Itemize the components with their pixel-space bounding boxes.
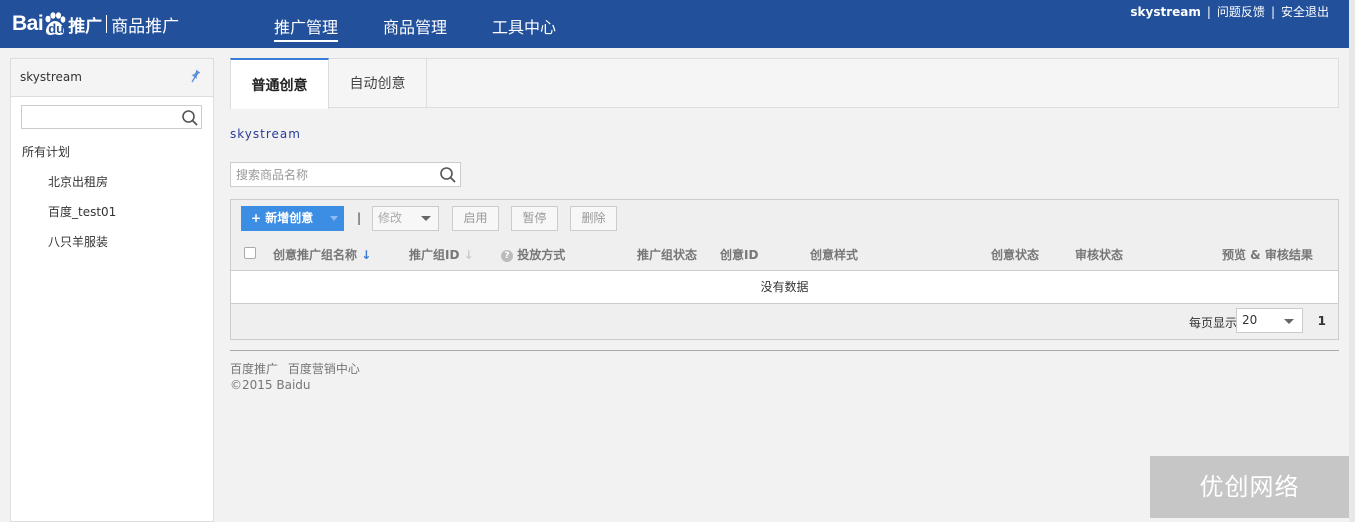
nav-promotion-management[interactable]: 推广管理 (274, 0, 339, 48)
footer-divider (230, 350, 1339, 351)
page-size-select[interactable]: 20 (1236, 308, 1303, 333)
pin-icon[interactable] (189, 69, 201, 83)
breadcrumb[interactable]: skystream (230, 127, 301, 141)
col-preview-review-result: 预览 & 审核结果 (1222, 248, 1313, 262)
sidebar-search-input[interactable] (21, 105, 202, 129)
logo-bai-text: Bai (12, 12, 44, 35)
col-label: 投放方式 (517, 248, 566, 262)
col-label: 推广组ID (409, 248, 460, 262)
sort-arrow-icon[interactable]: ↓ (464, 248, 474, 262)
page-size-value: 20 (1242, 313, 1258, 327)
pause-button[interactable]: 暂停 (511, 206, 558, 231)
logo-tuiguang-text: 推广 (68, 16, 103, 37)
col-creative-style: 创意样式 (810, 248, 859, 262)
username[interactable]: skystream (1130, 5, 1200, 19)
current-page[interactable]: 1 (1318, 314, 1326, 328)
add-creative-button[interactable]: + 新增创意 (241, 206, 344, 231)
chevron-down-icon (1284, 319, 1294, 324)
tree-item-plan[interactable]: 八只羊服装 (48, 233, 108, 250)
feedback-link[interactable]: 问题反馈 (1217, 3, 1265, 20)
baidu-logo[interactable]: Bai du 推广 商品推广 (12, 8, 179, 40)
tab-normal-creative[interactable]: 普通创意 (230, 58, 329, 109)
creative-table: + 新增创意 | 修改 启用 暂停 删除 创意推广组名称 ↓ 推广组ID ↓ ?… (230, 199, 1339, 340)
edit-dropdown[interactable]: 修改 (372, 206, 439, 231)
col-label: 创意推广组名称 (273, 248, 358, 262)
product-search-input[interactable] (231, 163, 431, 186)
footer-link-baidu-promotion[interactable]: 百度推广 (230, 362, 278, 376)
search-icon[interactable] (181, 109, 199, 127)
footer-links: 百度推广 百度营销中心 (230, 360, 366, 377)
nav-product-management[interactable]: 商品管理 (383, 0, 447, 48)
user-bar: skystream | 问题反馈 | 安全退出 (1130, 3, 1329, 20)
nav-tool-center[interactable]: 工具中心 (492, 0, 556, 48)
tree-item-plan[interactable]: 百度_test01 (48, 203, 116, 220)
copyright: ©2015 Baidu (230, 378, 311, 392)
sidebar: skystream 所有计划 北京出租房 百度_test01 八只羊服装 (10, 58, 214, 522)
logo-divider (106, 15, 108, 33)
page-size-label: 每页显示 (1188, 316, 1237, 330)
divider: | (1206, 4, 1211, 19)
paw-icon: du (44, 12, 66, 36)
add-creative-label: + 新增创意 (251, 211, 314, 225)
sort-arrow-icon[interactable]: ↓ (361, 248, 371, 262)
edit-label: 修改 (378, 211, 403, 225)
creative-tabs: 普通创意 自动创意 (230, 58, 1339, 109)
logout-link[interactable]: 安全退出 (1281, 3, 1329, 20)
main-nav: 推广管理 商品管理 工具中心 (274, 0, 601, 48)
col-creative-status: 创意状态 (991, 248, 1040, 262)
empty-state: 没有数据 (231, 270, 1338, 304)
select-all-checkbox[interactable] (244, 247, 256, 259)
product-name: 商品推广 (111, 16, 180, 37)
chevron-down-icon (421, 216, 431, 221)
sidebar-header: skystream (11, 59, 213, 97)
help-icon[interactable]: ? (501, 249, 513, 262)
divider: | (1270, 4, 1275, 19)
main-content: 普通创意 自动创意 skystream + 新增创意 | 修改 启用 暂停 删除 (230, 58, 1339, 392)
sidebar-account-name: skystream (20, 70, 82, 84)
col-review-status: 审核状态 (1075, 248, 1124, 262)
tree-all-plans[interactable]: 所有计划 (22, 143, 70, 160)
chevron-down-icon[interactable] (330, 216, 338, 221)
search-icon[interactable] (439, 166, 457, 184)
col-adgroup-status: 推广组状态 (637, 248, 698, 262)
enable-button[interactable]: 启用 (452, 206, 499, 231)
table-header-row: 创意推广组名称 ↓ 推广组ID ↓ ? 投放方式 推广组状态 创意ID 创意样式… (231, 236, 1338, 270)
delete-button[interactable]: 删除 (570, 206, 617, 231)
tree-item-plan[interactable]: 北京出租房 (48, 173, 108, 190)
top-header: Bai du 推广 商品推广 推广管理 商品管理 工具中心 skystream … (0, 0, 1349, 48)
product-search-box (230, 162, 461, 187)
watermark: 优创网络 (1150, 456, 1349, 518)
toolbar-divider: | (357, 211, 362, 225)
col-delivery-mode: ? 投放方式 (501, 246, 565, 263)
logo-du-text: du (48, 21, 65, 36)
tab-auto-creative[interactable]: 自动创意 (329, 58, 427, 108)
footer-link-marketing-center[interactable]: 百度营销中心 (288, 362, 360, 376)
col-adgroup-id[interactable]: 推广组ID ↓ (409, 246, 474, 263)
col-adgroup-name[interactable]: 创意推广组名称 ↓ (273, 246, 371, 263)
col-creative-id: 创意ID (720, 248, 759, 262)
scrollbar[interactable] (1349, 0, 1355, 522)
table-toolbar: + 新增创意 | 修改 启用 暂停 删除 (241, 206, 1331, 231)
pagination: 每页显示 20 1 (1138, 306, 1338, 334)
